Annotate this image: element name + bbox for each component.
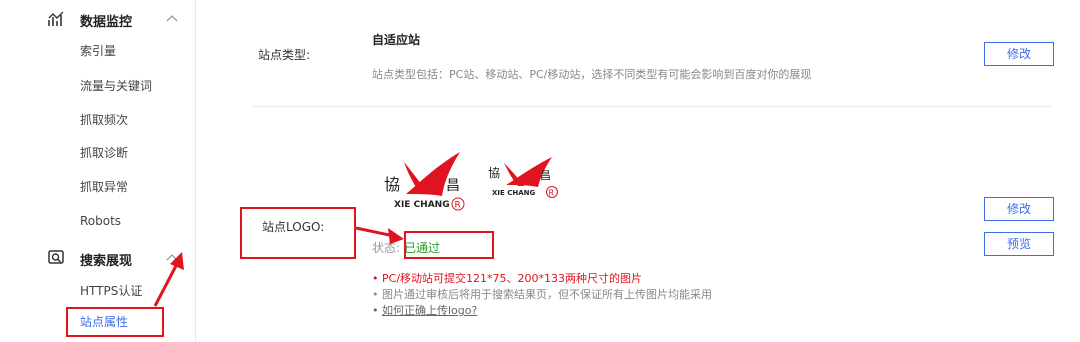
site-type-modify-button[interactable]: 修改 — [984, 42, 1054, 66]
sidebar-item-https[interactable]: HTTPS认证 — [80, 281, 142, 301]
logo-small-left-char: 協 — [488, 165, 500, 180]
divider — [252, 106, 1052, 107]
site-logo-small-image: 協 昌 XIE CHANG R — [488, 157, 558, 198]
logo-small-right-char: 昌 — [540, 169, 551, 182]
sidebar-group-data-monitor[interactable]: 数据监控 — [0, 2, 196, 36]
sidebar-item-robots[interactable]: Robots — [80, 211, 121, 231]
logo-large-right-char: 昌 — [446, 178, 460, 194]
sidebar-item-index-volume[interactable]: 索引量 — [80, 41, 116, 61]
site-logo-modify-button[interactable]: 修改 — [984, 197, 1054, 221]
logo-small-registered-mark: R — [549, 189, 555, 198]
site-logo-preview-button[interactable]: 预览 — [984, 232, 1054, 256]
site-type-description: 站点类型包括：PC站、移动站、PC/移动站，选择不同类型有可能会影响到百度对你的… — [372, 68, 812, 81]
annotation-arrow-right-icon — [355, 226, 404, 244]
annotation-highlight-box — [240, 207, 356, 259]
logo-notes-list: PC/移动站可提交121*75、200*133两种尺寸的图片 图片通过审核后将用… — [372, 271, 712, 319]
logo-large-registered-mark: R — [455, 201, 461, 211]
logo-large-left-char: 協 — [384, 175, 400, 194]
chevron-up-icon[interactable] — [166, 14, 178, 22]
sidebar-item-traffic-keywords[interactable]: 流量与关键词 — [80, 76, 152, 96]
list-item: 图片通过审核后将用于搜索结果页，但不保证所有上传图片均能采用 — [372, 287, 712, 303]
logo-small-brand-text: XIE CHANG — [492, 189, 535, 197]
sidebar-item-crawl-frequency[interactable]: 抓取频次 — [80, 110, 128, 130]
site-logo-large-image: 協 昌 XIE CHANG R — [384, 152, 465, 211]
annotation-arrow-up-icon — [153, 252, 184, 307]
how-to-upload-logo-link[interactable]: 如何正确上传logo? — [372, 303, 712, 319]
list-item: PC/移动站可提交121*75、200*133两种尺寸的图片 — [372, 271, 712, 287]
search-display-icon — [48, 250, 64, 264]
site-type-value: 自适应站 — [372, 33, 421, 47]
logo-large-brand-text: XIE CHANG — [394, 200, 450, 210]
site-type-label: 站点类型: — [258, 48, 311, 62]
sidebar-group-label: 搜索展现 — [80, 254, 133, 269]
annotation-highlight-box — [66, 307, 164, 337]
main-panel: 站点类型: 自适应站 站点类型包括：PC站、移动站、PC/移动站，选择不同类型有… — [196, 0, 1080, 342]
annotation-highlight-box — [404, 231, 494, 259]
chart-trend-icon — [48, 11, 64, 26]
sidebar-item-crawl-diagnosis[interactable]: 抓取诊断 — [80, 143, 128, 163]
sidebar-group-label: 数据监控 — [80, 15, 133, 30]
sidebar-item-crawl-errors[interactable]: 抓取异常 — [80, 177, 128, 197]
